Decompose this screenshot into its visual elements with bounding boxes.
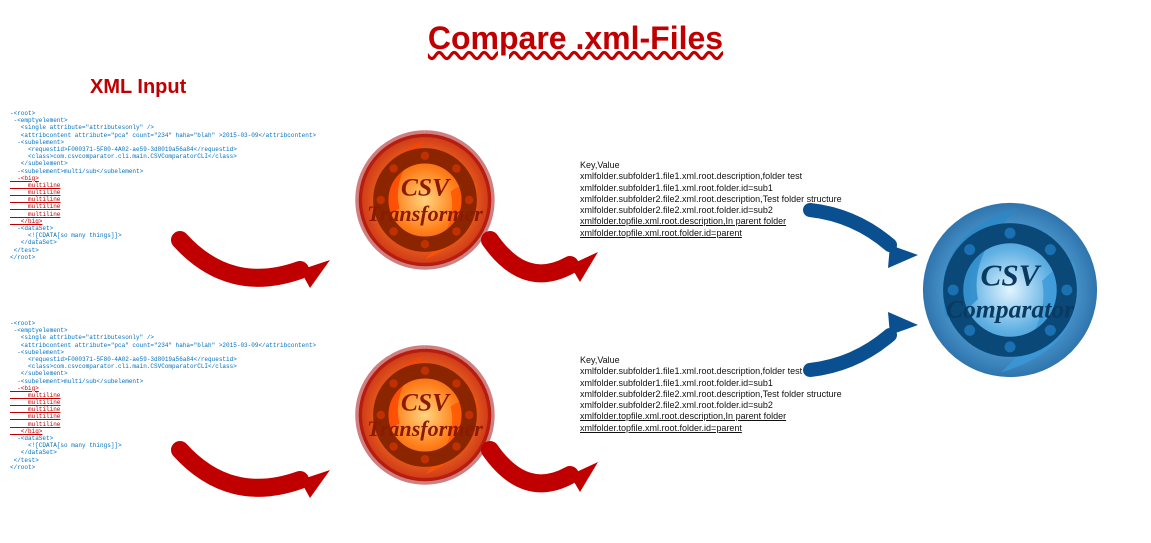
arrow-blue-icon bbox=[800, 200, 930, 280]
arrow-red-icon bbox=[170, 230, 350, 300]
transformer-label-transformer: Transformer bbox=[367, 201, 483, 226]
page-title: Compare .xml-Files bbox=[428, 20, 723, 57]
section-title-xml-input: XML Input bbox=[90, 76, 186, 99]
arrow-red-icon bbox=[480, 230, 610, 300]
transformer-label-csv: CSV bbox=[401, 388, 451, 417]
comparator-label-csv: CSV bbox=[981, 257, 1042, 292]
csv-comparator-badge: CSV Comparator bbox=[900, 180, 1120, 400]
arrow-red-icon bbox=[480, 440, 610, 510]
transformer-label-transformer: Transformer bbox=[367, 416, 483, 441]
comparator-label-comparator: Comparator bbox=[946, 295, 1075, 324]
arrow-red-icon bbox=[170, 440, 350, 510]
transformer-label-csv: CSV bbox=[401, 173, 451, 202]
arrow-blue-icon bbox=[800, 300, 930, 380]
